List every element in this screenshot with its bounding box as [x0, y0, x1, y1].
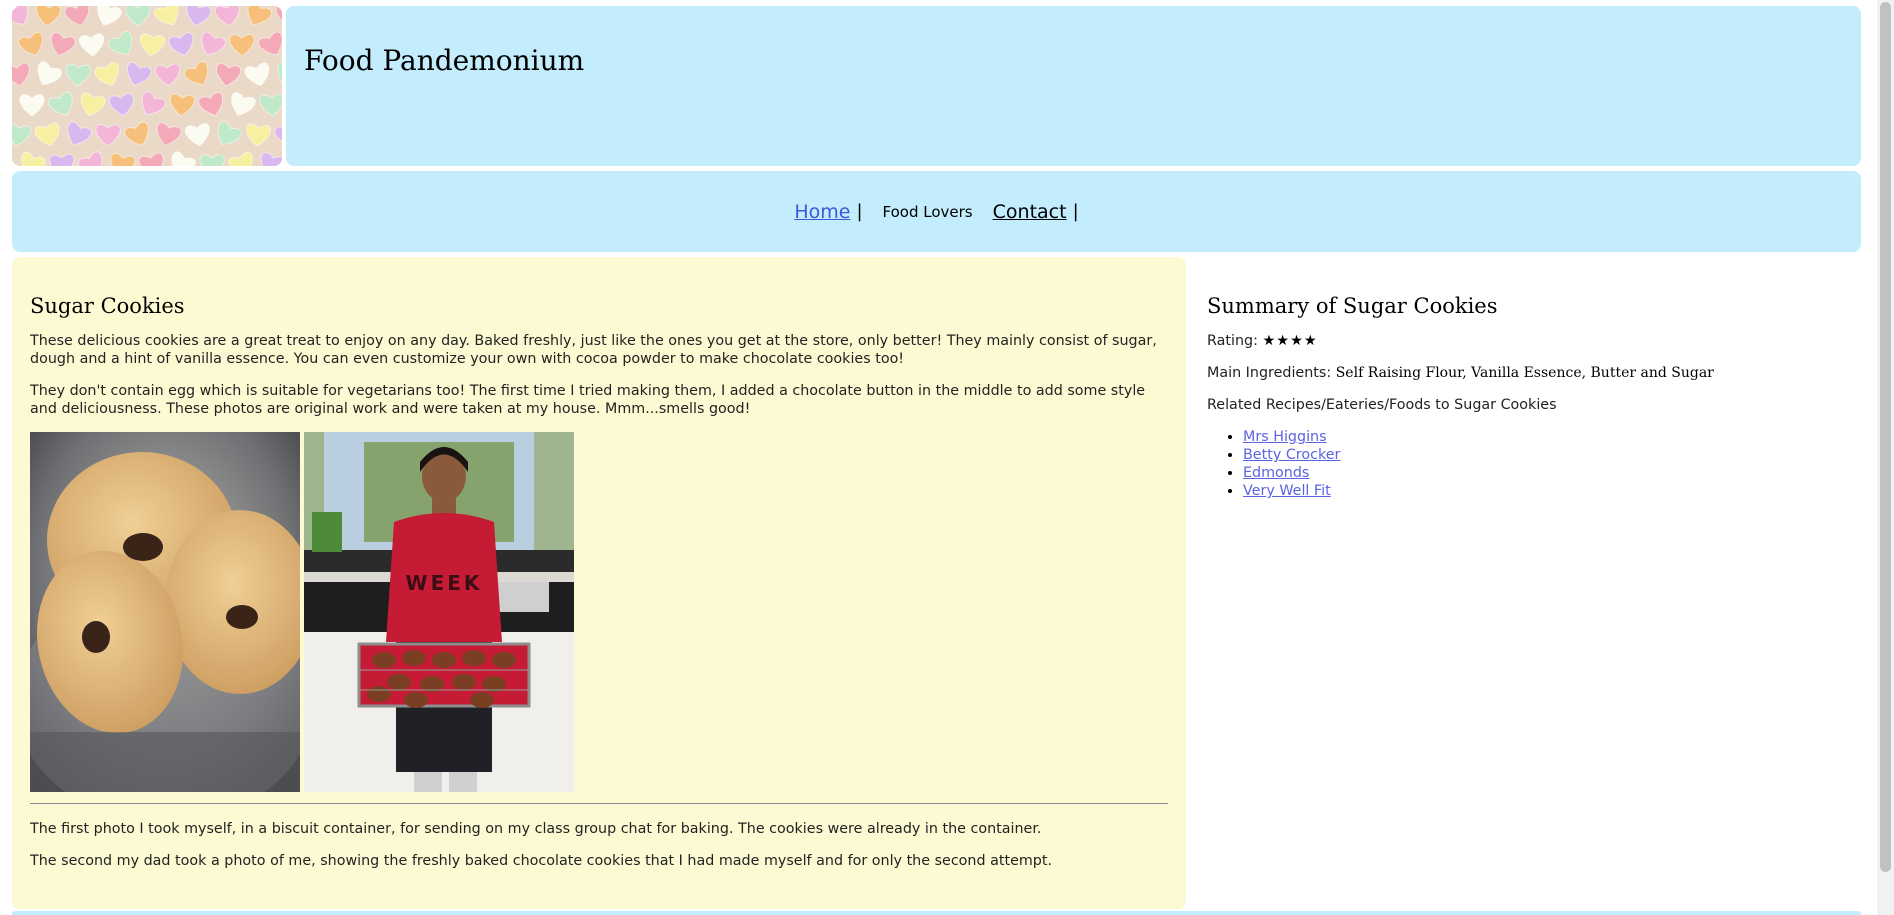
footer-strip: [12, 911, 1861, 915]
list-item: Edmonds: [1243, 464, 1847, 482]
summary-title: Summary of Sugar Cookies: [1207, 294, 1498, 318]
related-links-list: Mrs Higgins Betty Crocker Edmonds Very W…: [1207, 428, 1847, 500]
rating-line: Rating: ★★★★: [1207, 332, 1847, 350]
nav-link-home[interactable]: Home: [794, 201, 850, 223]
main-navigation: Home | Food Lovers Contact |: [12, 171, 1861, 252]
shirt-text: WEEK: [406, 571, 483, 595]
photo-caption: The first photo I took myself, in a bisc…: [30, 821, 1042, 837]
related-link-very-well-fit[interactable]: Very Well Fit: [1243, 483, 1331, 499]
scrollbar-thumb[interactable]: [1880, 2, 1891, 872]
rating-label: Rating:: [1207, 333, 1258, 349]
ingredients-label: Main Ingredients:: [1207, 365, 1332, 381]
header-candy-hearts-image: [12, 6, 282, 166]
nav-link-contact[interactable]: Contact: [993, 201, 1067, 223]
list-item: Betty Crocker: [1243, 446, 1847, 464]
photo-caption: The second my dad took a photo of me, sh…: [30, 853, 1053, 869]
site-title: Food Pandemonium: [304, 44, 585, 77]
vertical-scrollbar[interactable]: [1877, 0, 1894, 915]
nav-item-food-lovers[interactable]: Food Lovers: [883, 203, 973, 221]
nav-separator: |: [1072, 201, 1079, 222]
photo-gallery: WEEK: [30, 432, 1168, 792]
rating-stars: ★★★★: [1262, 333, 1318, 349]
related-link-edmonds[interactable]: Edmonds: [1243, 465, 1309, 481]
ingredients-line: Main Ingredients: Self Raising Flour, Va…: [1207, 364, 1847, 382]
cookies-container-photo: [30, 432, 300, 792]
related-label: Related Recipes/Eateries/Foods to Sugar …: [1207, 397, 1557, 413]
article-paragraph: They don't contain egg which is suitable…: [30, 383, 1146, 417]
list-item: Very Well Fit: [1243, 482, 1847, 500]
related-link-betty-crocker[interactable]: Betty Crocker: [1243, 447, 1340, 463]
ingredients-value: Self Raising Flour, Vanilla Essence, But…: [1335, 365, 1714, 381]
person-with-cookies-photo: WEEK: [304, 432, 574, 792]
related-link-mrs-higgins[interactable]: Mrs Higgins: [1243, 429, 1327, 445]
main-article: Sugar Cookies These delicious cookies ar…: [12, 257, 1186, 909]
header-banner: Food Pandemonium: [286, 6, 1861, 166]
article-title: Sugar Cookies: [30, 294, 185, 318]
divider: [30, 803, 1168, 804]
article-paragraph: These delicious cookies are a great trea…: [30, 333, 1157, 367]
summary-sidebar: Summary of Sugar Cookies Rating: ★★★★ Ma…: [1207, 257, 1847, 500]
list-item: Mrs Higgins: [1243, 428, 1847, 446]
